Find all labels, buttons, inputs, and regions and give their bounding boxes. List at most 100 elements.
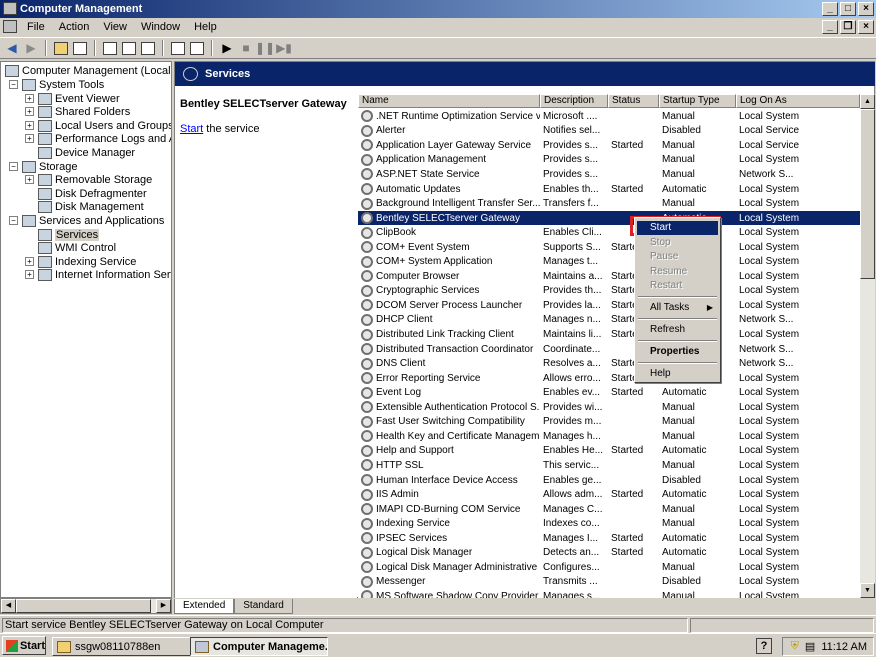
table-row[interactable]: DNS Client Resolves a... Starte Network S..… [358,356,860,371]
table-row[interactable]: Cryptographic Services Provides th... Star… [358,284,860,299]
tree-item[interactable]: Services [25,228,100,241]
table-row[interactable]: Indexing Service Indexes co... Manual Local… [358,516,860,531]
table-row[interactable]: ClipBook Enables Cli... Local System [358,225,860,240]
table-row[interactable]: COM+ Event System Supports S... Starte Loca… [358,240,860,255]
table-row[interactable]: Logical Disk Manager Administrative ... C… [358,560,860,575]
expand-icon[interactable]: + [25,257,34,266]
context-start[interactable]: Start [637,221,718,235]
table-row[interactable]: Background Intelligent Transfer Ser... Tr… [358,196,860,211]
context-properties[interactable]: Properties [637,345,718,359]
close-button[interactable]: × [858,2,874,16]
collapse-icon[interactable]: − [9,80,18,89]
table-row[interactable]: Health Key and Certificate Managem... Man… [358,429,860,444]
column-name[interactable]: Name [358,94,540,108]
tree-item[interactable]: Computer Management (Local) [5,64,171,77]
maximize-button[interactable]: □ [840,2,856,16]
refresh-icon[interactable] [121,40,137,56]
back-arrow-icon[interactable]: ◀ [4,40,20,56]
collapse-icon[interactable]: − [9,162,18,171]
table-row[interactable]: Computer Browser Maintains a... Starte Loca… [358,269,860,284]
table-row[interactable]: Extensible Authentication Protocol S... P… [358,400,860,415]
menu-help[interactable]: Help [187,21,224,33]
restart-service-icon[interactable]: ▶▮ [276,40,292,56]
tree-item[interactable]: + Shared Folders [25,105,130,118]
menu-view[interactable]: View [96,21,134,33]
table-row[interactable]: Error Reporting Service Allows erro... Sta… [358,371,860,386]
expand-icon[interactable]: + [25,107,34,116]
table-row[interactable]: Bentley SELECTserver GatewayAutomaticLoc… [358,210,860,226]
table-row[interactable]: Help and Support Enables He... Started Auto… [358,444,860,459]
table-row[interactable]: Fast User Switching Compatibility Provide… [358,415,860,430]
table-row[interactable]: DCOM Server Process Launcher Provides la.… [358,298,860,313]
scroll-right-icon[interactable]: ▶ [156,599,171,613]
table-row[interactable]: HTTP SSL This servic... Manual Local System [358,458,860,473]
table-row[interactable]: Event Log Enables ev... Started Automatic Lo… [358,385,860,400]
context-refresh[interactable]: Refresh [637,323,718,337]
help-tray-icon[interactable]: ? [756,638,772,654]
table-row[interactable]: Logical Disk Manager Detects an... Started… [358,546,860,561]
table-row[interactable]: Distributed Transaction Coordinator Coord… [358,342,860,357]
mdi-restore-button[interactable]: ❐ [840,20,856,34]
menu-file[interactable]: File [20,21,52,33]
expand-icon[interactable]: + [25,175,34,184]
mdi-minimize-button[interactable]: _ [822,20,838,34]
pause-service-icon[interactable]: ❚❚ [255,40,275,56]
scroll-down-icon[interactable]: ▼ [860,583,875,598]
table-row[interactable]: ASP.NET State Service Provides s... Manual… [358,167,860,182]
tree-item[interactable]: + Event Viewer [25,92,120,105]
tree-item[interactable]: + Removable Storage [25,173,152,186]
column-log-on-as[interactable]: Log On As [736,94,860,108]
table-row[interactable]: IIS Admin Allows adm... Started Automatic Lo… [358,487,860,502]
column-description[interactable]: Description [540,94,608,108]
tree-item[interactable]: + Indexing Service [25,255,136,268]
tree-horizontal-scrollbar[interactable]: ◀ ▶ [0,598,172,614]
tree-item[interactable]: + Local Users and Groups [25,119,171,132]
tab-extended[interactable]: Extended [174,599,235,614]
collapse-icon[interactable]: − [9,216,18,225]
menu-action[interactable]: Action [52,21,97,33]
task-computer-management[interactable]: Computer Manageme... [190,637,328,656]
tree-item[interactable]: − Storage [9,160,78,173]
table-row[interactable]: Application Layer Gateway Service Provide… [358,138,860,153]
table-row[interactable]: IPSEC Services Manages I... Started Automat… [358,531,860,546]
tree-item[interactable]: Disk Defragmenter [25,187,147,200]
table-row[interactable]: COM+ System Application Manages t... Local… [358,255,860,270]
table-row[interactable]: Distributed Link Tracking Client Maintain… [358,327,860,342]
mdi-window-icon[interactable] [3,20,17,33]
tree-item[interactable]: Device Manager [25,146,135,159]
table-row[interactable]: Automatic Updates Enables th... Started Aut… [358,182,860,197]
export-list-icon[interactable] [140,40,156,56]
vertical-scroll-thumb[interactable] [860,109,875,279]
table-row[interactable]: Alerter Notifies sel... Disabled Local Serv… [358,124,860,139]
mdi-close-button[interactable]: × [858,20,874,34]
tree-item[interactable]: + Internet Information Services [25,268,171,281]
minimize-button[interactable]: _ [822,2,838,16]
table-row[interactable]: .NET Runtime Optimization Service v... Mi… [358,109,860,124]
start-service-link[interactable]: Start [180,123,203,135]
column-status[interactable]: Status [608,94,659,108]
stop-service-icon[interactable]: ■ [238,40,254,56]
context-help[interactable]: Help [637,367,718,381]
table-row[interactable]: Human Interface Device Access Enables ge.… [358,473,860,488]
security-shield-icon[interactable]: ⛨ [791,640,799,653]
start-service-icon[interactable]: ▶ [219,40,235,56]
list-vertical-scrollbar[interactable]: ▲ ▼ [860,94,875,598]
tree-item[interactable]: − Services and Applications [9,214,164,227]
network-icon[interactable]: ▤ [805,640,815,653]
start-button[interactable]: Start [2,636,46,655]
scroll-left-icon[interactable]: ◀ [1,599,16,613]
expand-icon[interactable]: + [25,134,34,143]
tree-item[interactable]: Disk Management [25,200,144,213]
column-startup-type[interactable]: Startup Type [659,94,736,108]
expand-icon[interactable]: + [25,270,34,279]
tree-item[interactable]: + Performance Logs and Alerts [25,132,171,145]
table-row[interactable]: Application Management Provides s... Manua… [358,153,860,168]
show-hide-console-icon[interactable] [189,40,205,56]
task-ssgw-folder[interactable]: ssgw08110788en [52,637,204,656]
clock[interactable]: 11:12 AM [821,641,867,653]
expand-icon[interactable]: + [25,94,34,103]
scroll-up-icon[interactable]: ▲ [860,94,875,109]
show-hide-tree-icon[interactable] [72,40,88,56]
context-all-tasks[interactable]: All Tasks ▶ [637,301,718,315]
properties-icon[interactable] [102,40,118,56]
